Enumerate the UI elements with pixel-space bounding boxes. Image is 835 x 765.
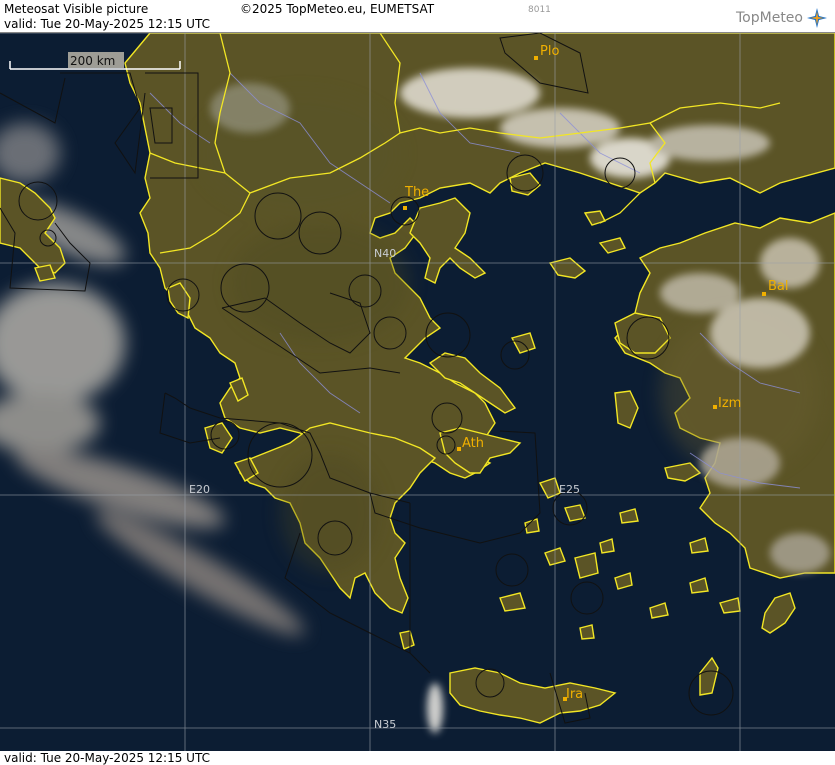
image-code: 8011 — [528, 5, 551, 15]
footer-valid-time: valid: Tue 20-May-2025 12:15 UTC — [4, 751, 210, 765]
copyright-text: ©2025 TopMeteo.eu, EUMETSAT — [240, 2, 435, 16]
lat-label-n40: N40 — [374, 247, 396, 260]
city-label-bal: Bal — [768, 279, 789, 294]
lat-label-n35: N35 — [374, 718, 396, 731]
compass-star-icon — [807, 8, 827, 28]
city-label-plo: Plo — [540, 44, 559, 59]
topmeteo-logo: TopMeteo — [736, 8, 827, 28]
lon-label-e20: E20 — [189, 483, 210, 496]
logo-text: TopMeteo — [736, 10, 803, 26]
picture-title: Meteosat Visible picture — [4, 2, 149, 16]
city-label-ira: Ira — [566, 687, 583, 702]
satellite-viewer: Meteosat Visible picture valid: Tue 20-M… — [0, 0, 835, 765]
city-label-the: The — [404, 185, 429, 200]
city-label-ath: Ath — [462, 436, 484, 451]
city-label-izm: Izm — [718, 396, 741, 411]
valid-time: valid: Tue 20-May-2025 12:15 UTC — [4, 17, 210, 31]
scale-label: 200 km — [70, 54, 115, 68]
footer-bar: valid: Tue 20-May-2025 12:15 UTC — [0, 751, 835, 765]
satellite-map[interactable]: 200 km N40 N35 E20 E25 Plo The Bal Izm A… — [0, 33, 835, 751]
header-bar: Meteosat Visible picture valid: Tue 20-M… — [0, 0, 835, 33]
lon-label-e25: E25 — [559, 483, 580, 496]
